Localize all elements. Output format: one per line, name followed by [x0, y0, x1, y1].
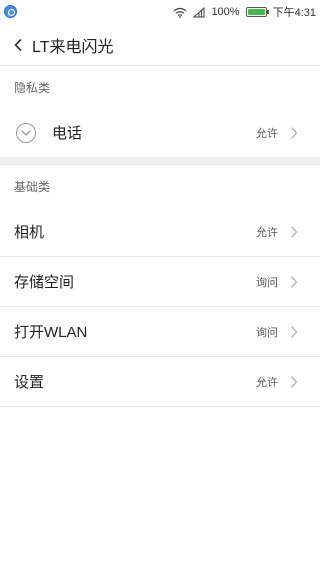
permission-status: 询问 [256, 276, 278, 289]
permission-status: 允许 [256, 376, 278, 389]
permission-status: 允许 [256, 127, 278, 140]
permission-row-storage[interactable]: 存储空间 询问 [0, 257, 320, 307]
permission-row-settings[interactable]: 设置 允许 [0, 357, 320, 407]
permission-label: 打开WLAN [14, 324, 88, 341]
permission-row-wlan[interactable]: 打开WLAN 询问 [0, 307, 320, 357]
clock: 下午4:31 [272, 7, 316, 19]
chevron-right-icon [290, 325, 302, 338]
battery-level-fill [247, 9, 265, 15]
chevron-right-icon [290, 275, 302, 288]
app-header: LT来电闪光 [0, 24, 320, 66]
permission-label: 电话 [52, 125, 83, 142]
page-title: LT来电闪光 [32, 38, 114, 56]
chevron-right-icon [290, 225, 302, 238]
permission-label: 存储空间 [14, 274, 75, 291]
chevron-down-icon[interactable] [16, 122, 36, 143]
permission-row-phone[interactable]: 电话 允许 [0, 108, 320, 158]
status-bar: 100% 下午4:31 [0, 0, 320, 24]
wifi-icon [173, 7, 187, 18]
section-header-basic: 基础类 [0, 166, 320, 208]
battery-icon [245, 7, 269, 17]
app-notification-icon [4, 5, 17, 18]
section-header-privacy: 隐私类 [0, 67, 320, 109]
chevron-right-icon [290, 126, 302, 139]
signal-icon [193, 6, 205, 18]
permission-status: 允许 [256, 226, 278, 239]
chevron-right-icon [290, 375, 302, 388]
permission-label: 相机 [14, 224, 45, 241]
back-button[interactable] [4, 24, 32, 66]
permission-row-camera[interactable]: 相机 允许 [0, 207, 320, 257]
chevron-left-icon [14, 38, 22, 51]
status-indicators: 100% 下午4:31 [173, 3, 316, 21]
permission-label: 设置 [14, 374, 45, 391]
battery-percent: 100% [211, 6, 240, 18]
permission-status: 询问 [256, 326, 278, 339]
section-divider [0, 157, 320, 165]
